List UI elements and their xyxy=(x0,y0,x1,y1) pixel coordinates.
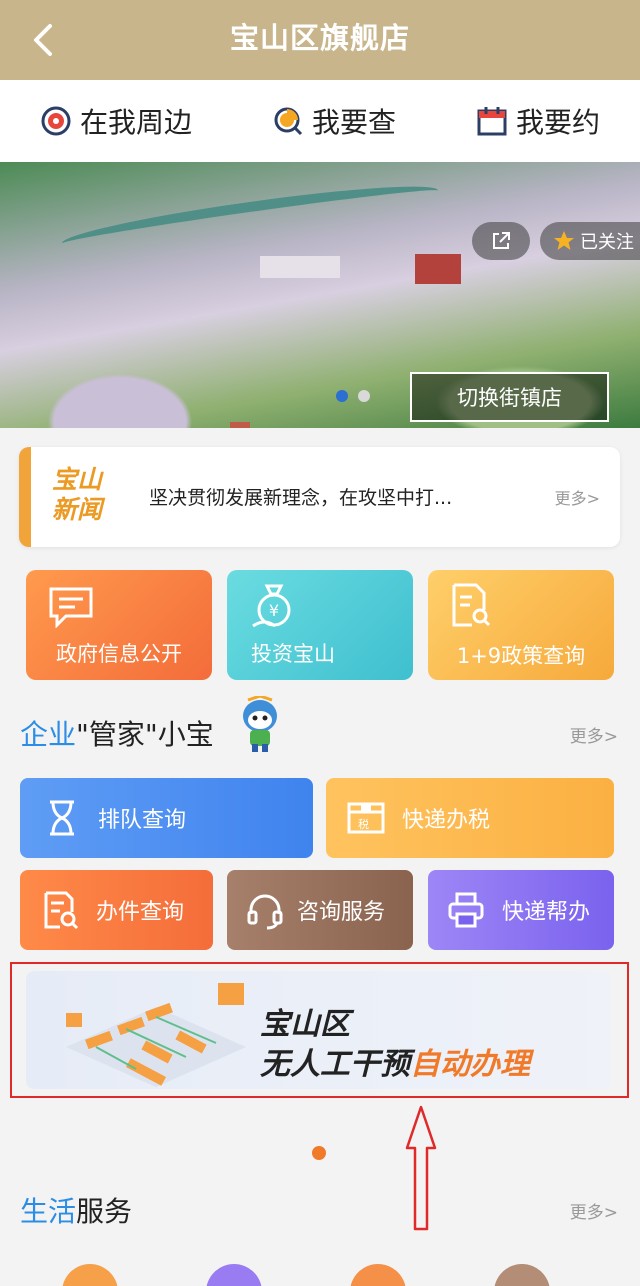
tax-box-icon: 税 xyxy=(347,802,385,834)
search-query-icon xyxy=(274,107,303,136)
tile-gov-info-label: 政府信息公开 xyxy=(56,642,182,666)
nav-query-label: 我要查 xyxy=(311,106,396,139)
service-queue-query-label: 排队查询 xyxy=(98,808,187,833)
headset-icon xyxy=(247,894,283,930)
document-search-icon xyxy=(452,583,491,627)
location-target-icon xyxy=(41,106,71,136)
nav-query[interactable]: 我要查 xyxy=(272,101,396,141)
service-consult-label: 咨询服务 xyxy=(297,900,386,925)
life-service-icon[interactable] xyxy=(206,1264,262,1286)
life-title-blue: 生活 xyxy=(20,1195,77,1228)
life-more-link[interactable]: 更多> xyxy=(570,1198,618,1223)
nav-appointment[interactable]: 我要约 xyxy=(476,101,600,141)
page-title: 宝山区旗舰店 xyxy=(229,21,410,55)
quick-nav: 在我周边 我要查 我要约 xyxy=(0,80,640,162)
enterprise-title-rest: "管家"小宝 xyxy=(76,718,214,751)
life-service-icon[interactable] xyxy=(350,1264,406,1286)
enterprise-section-title: 企业"管家"小宝 xyxy=(20,713,214,753)
nav-nearby[interactable]: 在我周边 xyxy=(40,101,192,141)
calendar-icon xyxy=(477,107,507,136)
share-button[interactable] xyxy=(472,222,530,260)
nav-nearby-label: 在我周边 xyxy=(79,106,192,139)
banner-river xyxy=(59,175,441,259)
banner-building xyxy=(415,254,461,284)
enterprise-title-blue: 企业 xyxy=(20,718,77,751)
top-bar: 宝山区旗舰店 xyxy=(0,0,640,80)
money-bag-icon: ¥ xyxy=(252,584,291,628)
file-search-icon xyxy=(44,891,79,930)
news-accent-bar xyxy=(19,447,31,547)
tile-invest-label: 投资宝山 xyxy=(251,642,335,666)
service-queue-query[interactable]: 排队查询 xyxy=(20,778,313,858)
news-more-link[interactable]: 更多> xyxy=(555,485,600,509)
tile-policy-label: 1+9政策查询 xyxy=(456,644,586,668)
svg-text:¥: ¥ xyxy=(269,601,279,620)
pager-dot[interactable] xyxy=(312,1146,326,1160)
svg-text:税: 税 xyxy=(358,817,369,831)
switch-store-button[interactable]: 切换街镇店 xyxy=(410,372,609,422)
banner-building xyxy=(260,256,340,278)
life-service-icon[interactable] xyxy=(494,1264,550,1286)
news-card[interactable]: 宝山新闻 坚决贯彻发展新理念，在攻坚中打... 更多> xyxy=(19,447,620,547)
life-section-title: 生活服务 xyxy=(20,1190,132,1230)
tile-policy[interactable]: 1+9政策查询 xyxy=(428,570,614,680)
up-arrow-annotation-icon xyxy=(405,1105,437,1231)
mascot-icon xyxy=(243,696,277,752)
carousel-dots xyxy=(336,390,370,402)
service-express-tax[interactable]: 税 快递办税 xyxy=(326,778,614,858)
printer-icon xyxy=(448,892,484,928)
nav-appointment-label: 我要约 xyxy=(515,106,600,139)
service-case-query-label: 办件查询 xyxy=(96,900,185,925)
follow-label: 已关注 xyxy=(580,232,634,253)
share-icon xyxy=(493,232,510,249)
service-express-tax-label: 快递办税 xyxy=(402,808,491,833)
follow-button[interactable]: 已关注 xyxy=(540,222,640,260)
highlight-frame xyxy=(10,962,629,1098)
life-service-icon[interactable] xyxy=(62,1264,118,1286)
service-express-help-label: 快递帮办 xyxy=(502,900,591,925)
tile-gov-info[interactable]: 政府信息公开 xyxy=(26,570,212,680)
hourglass-icon xyxy=(50,800,74,836)
life-title-rest: 服务 xyxy=(76,1195,133,1228)
carousel-dot-active[interactable] xyxy=(336,390,348,402)
news-headline[interactable]: 坚决贯彻发展新理念，在攻坚中打... xyxy=(149,483,519,510)
message-board-icon xyxy=(49,587,93,628)
service-consult[interactable]: 咨询服务 xyxy=(227,870,413,950)
service-case-query[interactable]: 办件查询 xyxy=(20,870,213,950)
service-express-help[interactable]: 快递帮办 xyxy=(428,870,614,950)
tile-invest[interactable]: ¥ 投资宝山 xyxy=(227,570,413,680)
enterprise-more-link[interactable]: 更多> xyxy=(570,722,618,747)
banner-building xyxy=(230,422,250,428)
star-icon xyxy=(554,231,574,250)
carousel-dot[interactable] xyxy=(358,390,370,402)
news-logo: 宝山新闻 xyxy=(52,465,103,524)
